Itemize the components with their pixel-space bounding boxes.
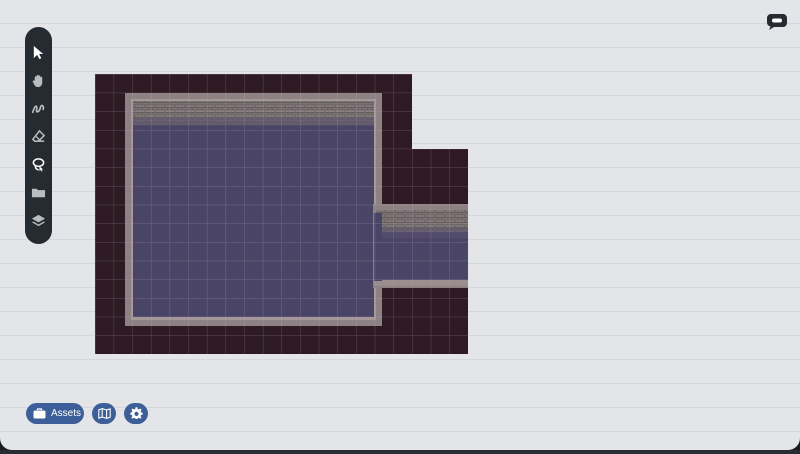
draw-tool-button[interactable]	[29, 99, 48, 118]
grid-overlay-east	[412, 149, 468, 354]
assets-button[interactable]: Assets	[26, 403, 84, 424]
grid-overlay	[95, 74, 412, 354]
fog-tool-button[interactable]	[29, 155, 48, 174]
status-strip	[0, 450, 800, 454]
hand-icon	[32, 74, 43, 88]
lasso-icon	[32, 158, 45, 172]
pan-tool-button[interactable]	[29, 71, 48, 90]
settings-button[interactable]	[124, 403, 148, 424]
erase-tool-button[interactable]	[29, 127, 48, 146]
assets-label: Assets	[51, 408, 82, 419]
map-icon	[97, 408, 111, 419]
chat-button[interactable]	[765, 12, 789, 32]
tool-palette	[25, 27, 52, 244]
map-canvas[interactable]	[0, 0, 800, 450]
layers-tool-button[interactable]	[29, 211, 48, 230]
select-tool-button[interactable]	[29, 43, 48, 62]
squiggle-icon	[32, 104, 45, 114]
app-window: Assets	[0, 0, 800, 450]
map-button[interactable]	[92, 403, 116, 424]
toolbox-icon	[33, 408, 46, 419]
speech-bubble-icon	[766, 14, 787, 30]
cursor-arrow-icon	[33, 45, 44, 60]
layers-icon	[31, 214, 46, 227]
folder-icon	[31, 188, 46, 198]
folder-tool-button[interactable]	[29, 183, 48, 202]
eraser-icon	[31, 129, 46, 142]
gear-icon	[129, 407, 143, 420]
